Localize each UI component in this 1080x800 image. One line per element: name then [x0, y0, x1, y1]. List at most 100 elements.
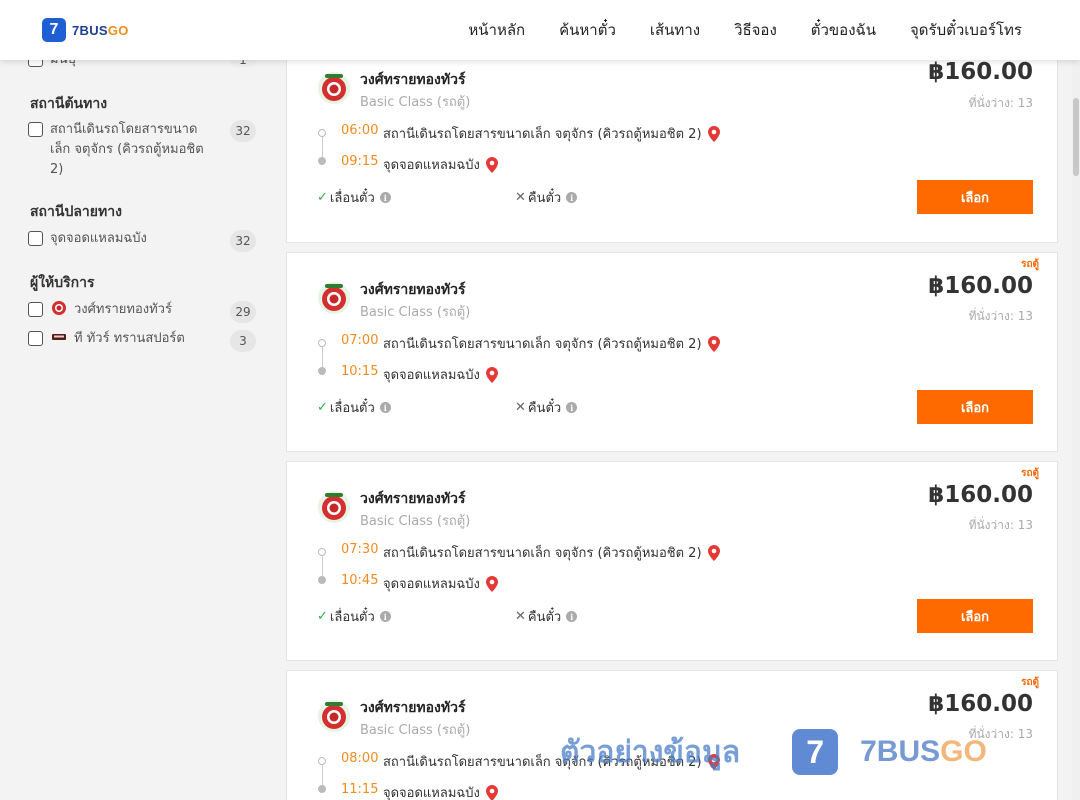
timeline-end-dot: [318, 157, 326, 165]
seats-available: ที่นั่งว่าง: 13: [968, 96, 1033, 110]
service-class: Basic Class (รถตู้): [360, 723, 471, 738]
vehicle-tag: รถตู้: [1021, 468, 1039, 479]
filter-checkbox[interactable]: [28, 302, 43, 317]
operator-name: วงศ์ทรายทองทัวร์: [360, 72, 466, 88]
timeline-end-dot: [318, 367, 326, 375]
filter-item-destination[interactable]: จุดจอดแหลมฉบัง 32: [28, 229, 256, 252]
ticket-price: ฿160.00: [928, 691, 1033, 717]
nav-routes[interactable]: เส้นทาง: [650, 18, 700, 42]
filter-label: สถานีเดินรถโดยสารขนาดเล็ก จตุจักร (คิวรถ…: [50, 122, 204, 177]
filter-checkbox[interactable]: [28, 231, 43, 246]
info-icon[interactable]: i: [566, 192, 578, 203]
map-pin-icon: [485, 575, 498, 592]
cross-icon: ✕: [515, 190, 526, 205]
filter-checkbox[interactable]: [28, 122, 43, 137]
filter-label: วงศ์ทรายทองทัวร์: [74, 302, 172, 317]
main-nav: หน้าหลัก ค้นหาตั๋ว เส้นทาง วิธีจอง ตั๋วข…: [468, 0, 1022, 60]
filter-label: จุดจอดแหลมฉบัง: [50, 231, 147, 246]
lion-crest-icon: [317, 71, 351, 105]
info-icon[interactable]: i: [379, 402, 391, 413]
seats-available: ที่นั่งว่าง: 13: [968, 518, 1033, 532]
timeline-start-dot: [318, 757, 326, 765]
timeline-end-dot: [318, 576, 326, 584]
arrival-time: 11:15: [341, 782, 379, 797]
timeline-start-dot: [318, 548, 326, 556]
operator-name: วงศ์ทรายทองทัวร์: [360, 282, 466, 298]
timeline-start-dot: [318, 339, 326, 347]
reschedule-feature: ✓ เลื่อนตั๋ว i: [317, 397, 391, 418]
arrival-station: จุดจอดแหลมฉบัง: [383, 573, 498, 594]
info-icon[interactable]: i: [566, 611, 578, 622]
vehicle-tag: รถตู้: [1021, 677, 1039, 688]
info-icon[interactable]: i: [379, 611, 391, 622]
bus-logo-icon: [51, 329, 67, 345]
map-pin-icon: [707, 125, 720, 142]
nav-how-to-book[interactable]: วิธีจอง: [734, 18, 777, 42]
refund-feature: ✕ คืนตั๋ว i: [515, 606, 578, 627]
select-trip-button[interactable]: เลือก: [917, 599, 1033, 633]
refund-feature: ✕ คืนตั๋ว i: [515, 397, 578, 418]
watermark-brand: 7BUSGO: [860, 735, 987, 768]
logo-mark-icon: 7: [42, 18, 66, 42]
nav-pickup-points[interactable]: จุดรับตั๋วเบอร์โทร: [910, 18, 1022, 42]
service-class: Basic Class (รถตู้): [360, 305, 471, 320]
arrival-time: 10:15: [341, 364, 379, 379]
service-class: Basic Class (รถตู้): [360, 514, 471, 529]
timeline-line: [321, 347, 323, 367]
departure-station: สถานีเดินรถโดยสารขนาดเล็ก จตุจักร (คิวรถ…: [383, 123, 720, 144]
sample-watermark: ตัวอย่างข้อมูล 7 7BUSGO: [560, 722, 1020, 782]
reschedule-feature: ✓ เลื่อนตั๋ว i: [317, 606, 391, 627]
trip-card: รถตู้ วงศ์ทรายทองทัวร์ Basic Class (รถตู…: [286, 252, 1058, 452]
filter-item-operator[interactable]: วงศ์ทรายทองทัวร์ 29: [28, 300, 256, 323]
lion-crest-icon: [317, 281, 351, 315]
nav-search-ticket[interactable]: ค้นหาตั๋ว: [559, 18, 616, 42]
departure-time: 08:00: [341, 751, 379, 766]
nav-home[interactable]: หน้าหลัก: [468, 18, 525, 42]
arrival-station: จุดจอดแหลมฉบัง: [383, 154, 498, 175]
filter-count: 29: [230, 301, 256, 323]
select-trip-button[interactable]: เลือก: [917, 390, 1033, 424]
destination-heading: สถานีปลายทาง: [30, 204, 122, 220]
lion-crest-icon: [51, 300, 67, 316]
top-header: 7 7BUSGO หน้าหลัก ค้นหาตั๋ว เส้นทาง วิธี…: [0, 0, 1080, 60]
info-icon[interactable]: i: [379, 192, 391, 203]
scrollbar-thumb[interactable]: [1073, 98, 1079, 176]
departure-station: สถานีเดินรถโดยสารขนาดเล็ก จตุจักร (คิวรถ…: [383, 333, 720, 354]
map-pin-icon: [485, 784, 498, 800]
filter-item-origin[interactable]: สถานีเดินรถโดยสารขนาดเล็ก จตุจักร (คิวรถ…: [28, 120, 256, 180]
reschedule-feature: ✓ เลื่อนตั๋ว i: [317, 187, 391, 208]
map-pin-icon: [485, 156, 498, 173]
map-pin-icon: [707, 544, 720, 561]
filter-label: ที ทัวร์ ทรานสปอร์ต: [74, 331, 185, 346]
lion-crest-icon: [317, 699, 351, 733]
arrival-time: 10:45: [341, 573, 379, 588]
filter-checkbox[interactable]: [28, 331, 43, 346]
arrival-station: จุดจอดแหลมฉบัง: [383, 364, 498, 385]
timeline-line: [321, 556, 323, 576]
select-trip-button[interactable]: เลือก: [917, 180, 1033, 214]
check-icon: ✓: [317, 190, 328, 205]
ticket-price: ฿160.00: [928, 482, 1033, 508]
departure-time: 06:00: [341, 123, 379, 138]
refund-feature: ✕ คืนตั๋ว i: [515, 187, 578, 208]
nav-my-tickets[interactable]: ตั๋วของฉัน: [811, 18, 876, 42]
ticket-price: ฿160.00: [928, 273, 1033, 299]
arrival-time: 09:15: [341, 154, 379, 169]
watermark-text: ตัวอย่างข้อมูล: [560, 734, 741, 770]
site-logo[interactable]: 7 7BUSGO: [42, 18, 129, 42]
service-class: Basic Class (รถตู้): [360, 95, 471, 110]
filter-count: 3: [230, 330, 256, 352]
trip-card: รถตู้ วงศ์ทรายทองทัวร์ Basic Class (รถตู…: [286, 461, 1058, 661]
logo-text: 7BUSGO: [72, 22, 129, 38]
operator-heading: ผู้ให้บริการ: [30, 275, 95, 291]
info-icon[interactable]: i: [566, 402, 578, 413]
departure-time: 07:00: [341, 333, 379, 348]
timeline-end-dot: [318, 785, 326, 793]
departure-time: 07:30: [341, 542, 379, 557]
filter-count: 32: [230, 120, 256, 142]
filter-count: 32: [230, 230, 256, 252]
filter-item-operator[interactable]: ที ทัวร์ ทรานสปอร์ต 3: [28, 329, 256, 352]
check-icon: ✓: [317, 609, 328, 624]
check-icon: ✓: [317, 400, 328, 415]
cross-icon: ✕: [515, 400, 526, 415]
